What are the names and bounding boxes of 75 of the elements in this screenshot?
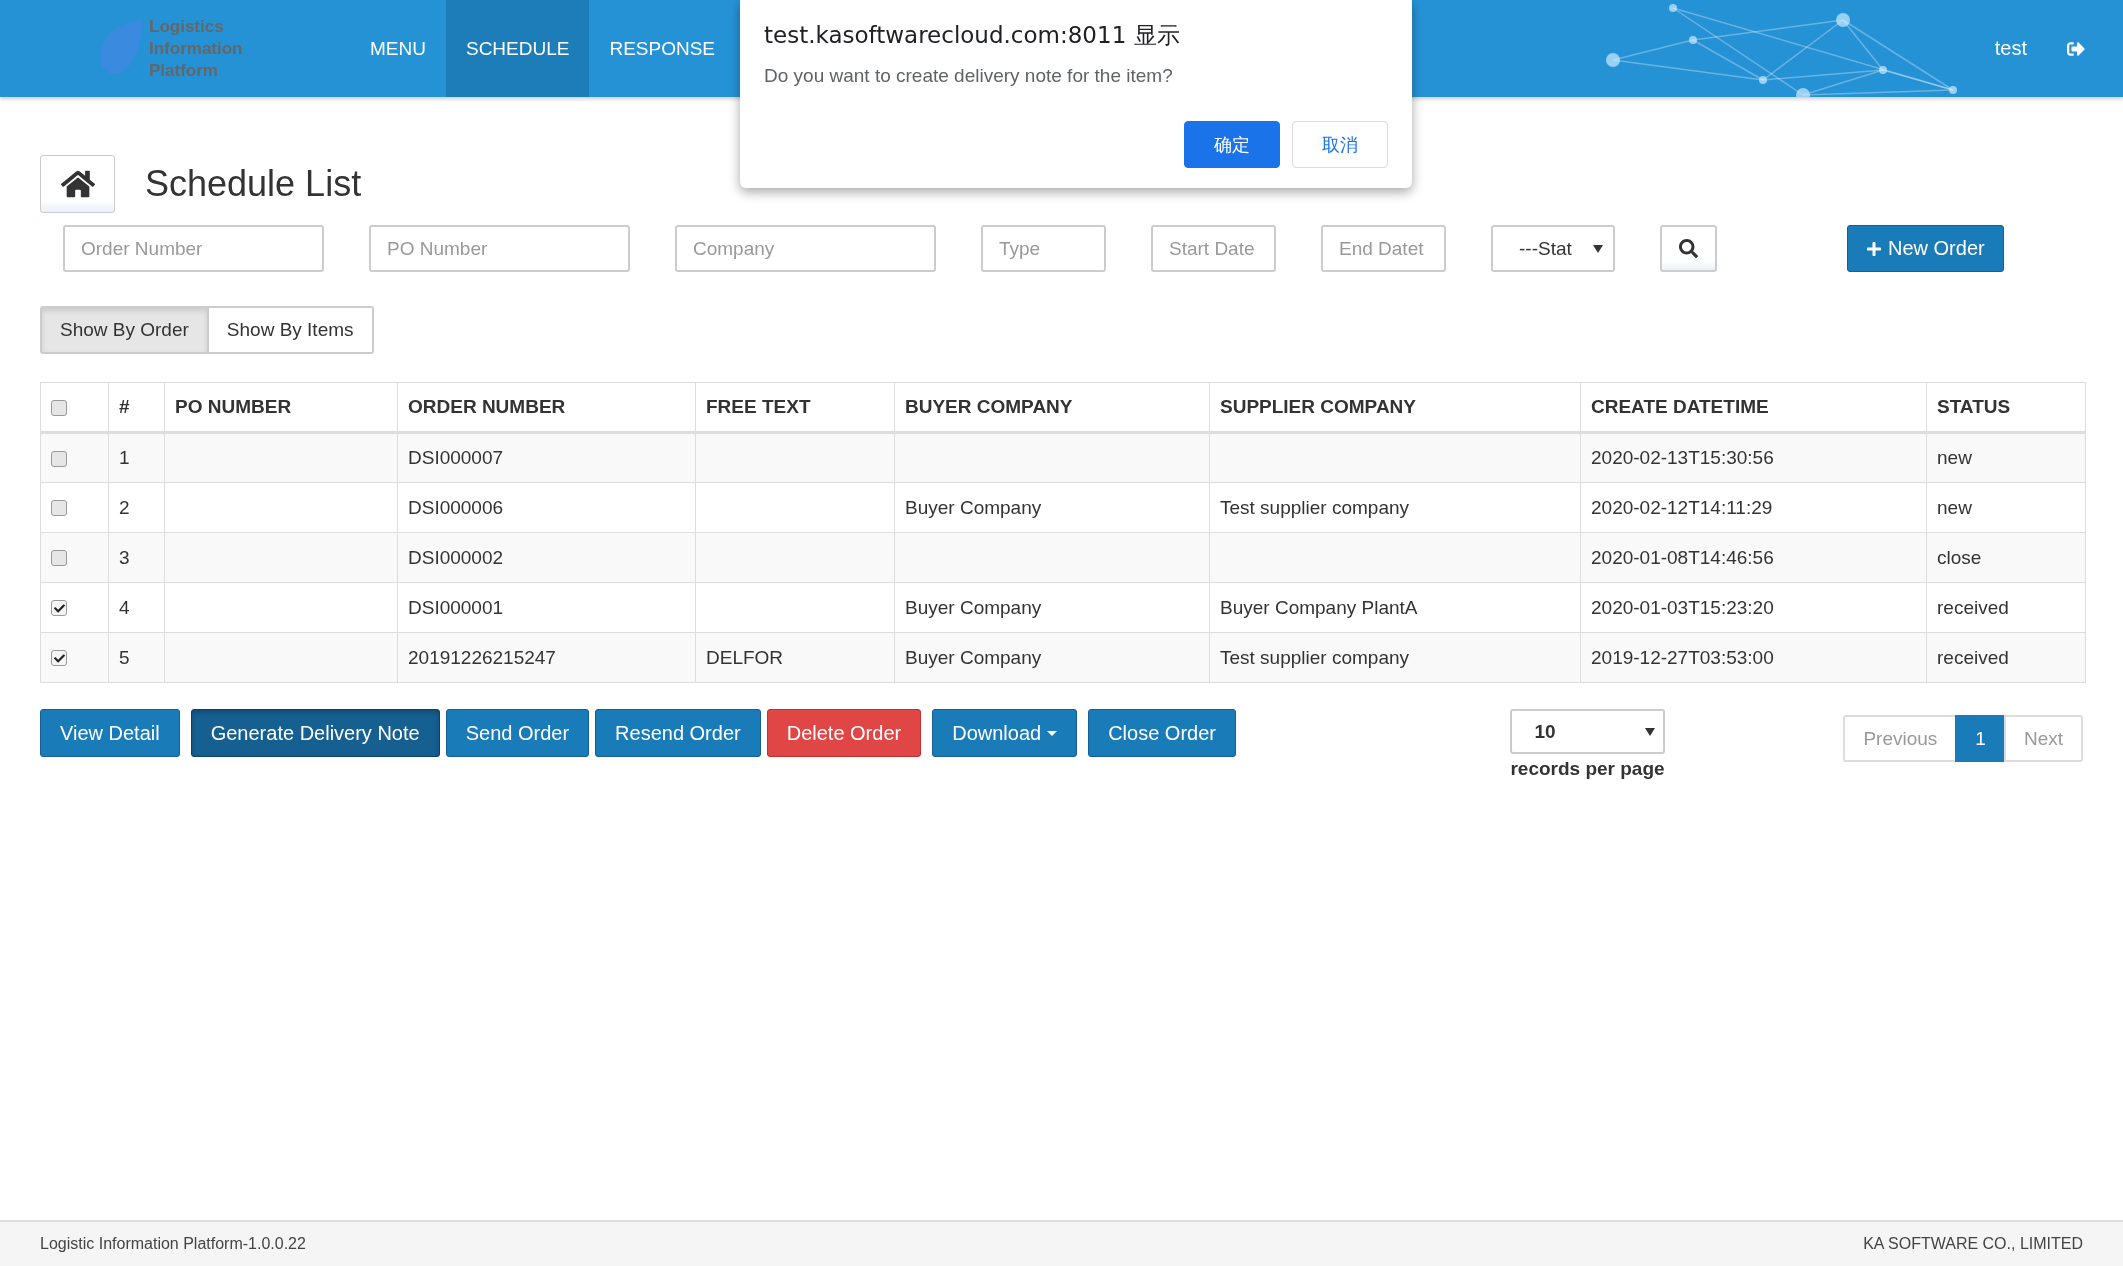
row-checkbox[interactable] [51,451,67,467]
table-cell: 2020-01-03T15:23:20 [1580,582,1927,633]
table-cell: 20191226215247 [397,632,696,683]
logo-text: Logistics Information Platform [149,15,243,82]
row-checkbox[interactable] [51,650,67,667]
table-cell: 2020-02-13T15:30:56 [1580,432,1927,483]
table-cell: received [1926,632,2086,683]
pagination-button[interactable]: Next [2003,715,2083,762]
action-button[interactable]: View Detail [40,709,180,757]
nav-tab[interactable]: SCHEDULE [445,0,590,97]
logout-icon[interactable] [2067,39,2085,58]
action-button[interactable]: Download [932,709,1078,757]
caret-icon [1593,244,1603,253]
search-icon [1679,239,1698,258]
action-button[interactable]: Send Order [445,709,590,757]
plus-icon [1866,240,1882,257]
footer-version-text: Logistic Information Platform-1.0.0.22 [40,1235,306,1253]
action-button[interactable]: Resend Order [595,709,761,757]
table-cell: 5 [108,632,165,683]
table-cell: 4 [108,582,165,633]
table-cell: Test supplier company [1209,482,1581,533]
table-cell: Buyer Company [894,482,1210,533]
caret-icon [1645,727,1656,736]
page-size-label: records per page [1510,758,1666,780]
filter-field[interactable]: Company [675,225,936,272]
dialog-message: Do you want to create delivery note for the item? [764,65,1174,87]
search-button[interactable] [1660,225,1717,272]
row-checkbox[interactable] [51,500,67,517]
table-cell: Test supplier company [1209,632,1581,683]
table-cell: DELFOR [695,632,895,683]
filter-field[interactable]: PO Number [369,225,630,272]
page-size-select[interactable]: 10 [1510,709,1666,754]
dialog-button[interactable]: 取消 [1292,121,1388,168]
table-cell: Buyer Company [894,632,1210,683]
action-button[interactable]: Generate Delivery Note [190,709,440,757]
user-link[interactable]: test [1994,37,2027,60]
action-button[interactable]: Close Order [1088,709,1236,757]
filter-field[interactable]: End Datet [1321,225,1446,272]
select-all-checkbox[interactable] [51,400,67,416]
page-title: Schedule List [145,163,362,205]
table-cell: 2020-02-12T14:11:29 [1580,482,1927,533]
table-cell: close [1926,532,2086,583]
table-cell: DSI000002 [397,532,696,583]
table-cell: new [1926,432,2086,483]
table-cell: DSI000001 [397,582,696,633]
table-cell: DSI000007 [397,432,696,483]
table-cell: 3 [108,532,165,583]
table-cell: Buyer Company PlantA [1209,582,1581,633]
dialog-button[interactable]: 确定 [1184,121,1280,168]
action-button[interactable]: Delete Order [766,709,922,757]
home-button[interactable] [40,155,115,213]
table-cell: 2 [108,482,165,533]
view-toggle-button[interactable]: Show By Order [40,306,209,354]
row-checkbox[interactable] [51,550,67,567]
dialog-title: test.kasoftwarecloud.com:8011 显示 [764,21,1181,50]
table-cell: new [1926,482,2086,533]
filter-field[interactable]: Type [981,225,1106,272]
nav-tab[interactable]: MENU [350,0,446,97]
row-checkbox[interactable] [51,600,67,617]
view-toggle-button[interactable]: Show By Items [208,306,374,354]
table-cell: DSI000006 [397,482,696,533]
filter-field[interactable]: Start Date [1151,225,1276,272]
table-cell: 2020-01-08T14:46:56 [1580,532,1927,583]
pagination-button[interactable]: Previous [1843,715,1958,762]
caret-icon [1047,730,1058,736]
new-order-button[interactable]: New Order [1847,225,2004,272]
table-cell: 1 [108,432,165,483]
table-cell: 2019-12-27T03:53:00 [1580,632,1927,683]
table-cell: received [1926,582,2086,633]
status-select[interactable]: ---Stat [1491,225,1615,272]
filter-field[interactable]: Order Number [63,225,324,272]
table-cell: Buyer Company [894,582,1210,633]
footer-company-text: KA SOFTWARE CO., LIMITED [1863,1235,2083,1253]
pagination-button[interactable]: 1 [1955,715,2006,762]
nav-tab[interactable]: RESPONSE [589,0,736,97]
